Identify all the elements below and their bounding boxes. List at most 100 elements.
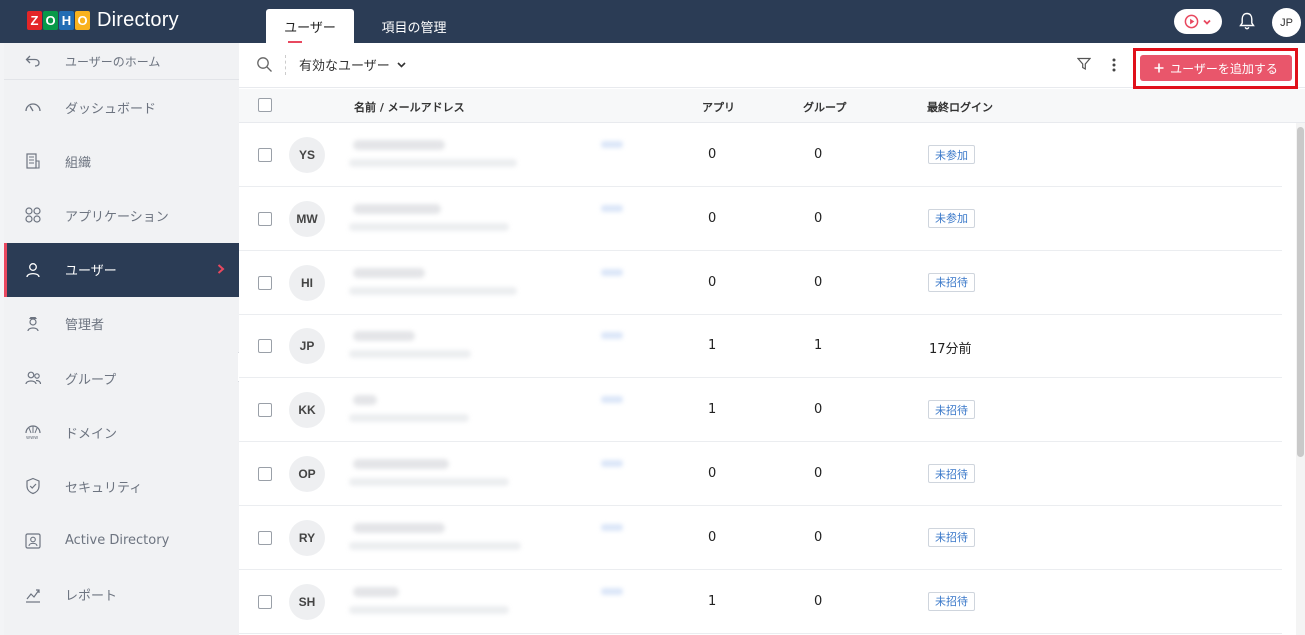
- sidebar-item-report-chart[interactable]: レポート: [4, 568, 239, 622]
- meeting-play-icon: [1184, 14, 1199, 29]
- sidebar-item-domain-www[interactable]: www ドメイン: [4, 405, 239, 459]
- add-user-button[interactable]: ユーザーを追加する: [1140, 55, 1292, 81]
- sidebar-item-applications-grid[interactable]: アプリケーション: [4, 188, 239, 242]
- sidebar-item-label: ユーザーのホーム: [65, 54, 161, 69]
- row-checkbox[interactable]: [258, 339, 272, 354]
- sidebar-item-organization-building[interactable]: 組織: [4, 134, 239, 188]
- status-badge: 未招待: [928, 464, 975, 483]
- status-badge: 未参加: [928, 145, 975, 164]
- row-checkbox[interactable]: [258, 530, 272, 545]
- meeting-menu-button[interactable]: [1174, 9, 1222, 34]
- column-header-apps[interactable]: アプリ: [702, 99, 735, 115]
- row-checkbox[interactable]: [258, 594, 272, 609]
- back-arrow-icon: [22, 50, 44, 72]
- organization-building-icon: [22, 150, 44, 172]
- apps-count: 0: [708, 274, 717, 290]
- sidebar-item-label: ドメイン: [65, 426, 118, 442]
- redacted-user-email: [349, 541, 521, 550]
- sidebar-item-active-directory[interactable]: Active Directory: [4, 514, 239, 568]
- column-header-last-login[interactable]: 最終ログイン: [927, 99, 993, 115]
- apps-count: 0: [708, 210, 717, 226]
- sidebar-item-label: レポート: [65, 589, 118, 605]
- scrollbar-thumb[interactable]: [1297, 127, 1304, 457]
- row-checkbox[interactable]: [258, 403, 272, 418]
- table-row[interactable]: MW 0 0 未参加: [239, 187, 1282, 251]
- user-initials-avatar: RY: [289, 519, 325, 556]
- domain-www-icon: www: [22, 421, 44, 443]
- sidebar-item-user-home[interactable]: ユーザーのホーム: [4, 43, 239, 80]
- toolbar-separator: [285, 55, 286, 75]
- user-view-label: 有効なユーザー: [299, 59, 390, 74]
- sidebar-item-group[interactable]: グループ: [4, 351, 239, 405]
- svg-text:www: www: [26, 435, 38, 441]
- row-checkbox[interactable]: [258, 467, 272, 481]
- table-row[interactable]: HI 0 0 未招待: [239, 251, 1282, 315]
- groups-count: 0: [814, 593, 823, 609]
- status-badge: 未招待: [928, 272, 975, 292]
- redacted-user-name[interactable]: [353, 522, 445, 533]
- user-initials-avatar: OP: [289, 456, 325, 492]
- admin-icon: [22, 313, 44, 335]
- row-checkbox[interactable]: [258, 275, 272, 290]
- sidebar-item-label: グループ: [65, 372, 117, 388]
- groups-count: 0: [814, 274, 823, 290]
- table-header: 名前 / メールアドレス アプリ グループ 最終ログイン: [239, 89, 1305, 123]
- add-user-button-label: ユーザーを追加する: [1170, 61, 1278, 76]
- table-row[interactable]: JP 1 1 17分前: [239, 314, 1282, 379]
- table-row[interactable]: YS 0 0 未参加: [239, 123, 1282, 187]
- main-content: 有効なユーザー ユーザーを追加する 名前 / メールアドレス アプリ グループ …: [239, 43, 1305, 635]
- redacted-user-name[interactable]: [353, 267, 425, 278]
- report-chart-icon: [22, 584, 44, 606]
- tab-field-management[interactable]: 項目の管理: [368, 9, 460, 43]
- status-badge: 未招待: [928, 400, 975, 420]
- user-initials-avatar: HI: [289, 264, 325, 301]
- search-icon[interactable]: [256, 56, 273, 73]
- status-badge: 未参加: [928, 208, 975, 228]
- zoho-directory-logo[interactable]: ZOHO Directory: [27, 9, 179, 32]
- redacted-user-name[interactable]: [353, 459, 449, 469]
- sidebar-item-admin[interactable]: 管理者: [4, 297, 239, 351]
- notification-bell-icon[interactable]: [1237, 11, 1257, 31]
- table-row[interactable]: OP 0 0 未招待: [239, 442, 1282, 506]
- user-initials-avatar: KK: [289, 392, 325, 429]
- column-header-name[interactable]: 名前 / メールアドレス: [354, 99, 465, 115]
- redacted-user-name[interactable]: [353, 140, 445, 150]
- tab-users[interactable]: ユーザー: [266, 9, 354, 43]
- active-directory-icon: [22, 530, 44, 552]
- user-view-dropdown[interactable]: 有効なユーザー: [299, 55, 407, 74]
- redacted-user-email: [349, 222, 509, 231]
- row-checkbox[interactable]: [258, 211, 272, 226]
- status-badge: 未招待: [928, 527, 975, 547]
- table-row[interactable]: KK 1 0 未招待: [239, 378, 1282, 443]
- more-options-icon[interactable]: [1111, 56, 1117, 74]
- filter-icon[interactable]: [1077, 57, 1091, 71]
- table-row[interactable]: RY 0 0 未招待: [239, 506, 1282, 570]
- row-checkbox[interactable]: [258, 148, 272, 162]
- logo-letter-tile: H: [59, 11, 74, 30]
- table-row[interactable]: SH 1 0 未招待: [239, 570, 1282, 634]
- redacted-user-name[interactable]: [353, 203, 441, 214]
- chevron-down-icon: [397, 62, 406, 68]
- redacted-user-name[interactable]: [353, 395, 377, 406]
- product-name: Directory: [97, 9, 179, 31]
- sidebar-item-dashboard-gauge[interactable]: ダッシュボード: [4, 80, 239, 134]
- user-initials-avatar: SH: [289, 583, 325, 620]
- sidebar-item-label: 組織: [65, 155, 92, 171]
- logo-letter-tile: O: [75, 11, 90, 30]
- select-all-checkbox[interactable]: [258, 98, 272, 112]
- table-scrollbar[interactable]: [1296, 123, 1305, 635]
- user-initials-avatar: JP: [289, 328, 325, 365]
- apps-count: 0: [708, 466, 717, 481]
- redacted-user-email: [349, 478, 509, 486]
- active-indicator: [4, 242, 7, 297]
- groups-count: 0: [814, 466, 823, 481]
- sidebar-item-user[interactable]: ユーザー: [4, 242, 239, 297]
- column-header-groups[interactable]: グループ: [803, 99, 846, 115]
- redacted-user-name[interactable]: [353, 331, 415, 342]
- redacted-user-name[interactable]: [353, 586, 399, 597]
- shield-check-icon: [22, 475, 44, 497]
- sidebar-item-shield-check[interactable]: セキュリティ: [4, 459, 239, 513]
- user-avatar[interactable]: JP: [1272, 8, 1301, 37]
- redacted-user-email: [349, 605, 509, 614]
- sidebar: ユーザーのホーム ダッシュボード組織アプリケーション ユーザー 管理者グループ www…: [4, 43, 239, 635]
